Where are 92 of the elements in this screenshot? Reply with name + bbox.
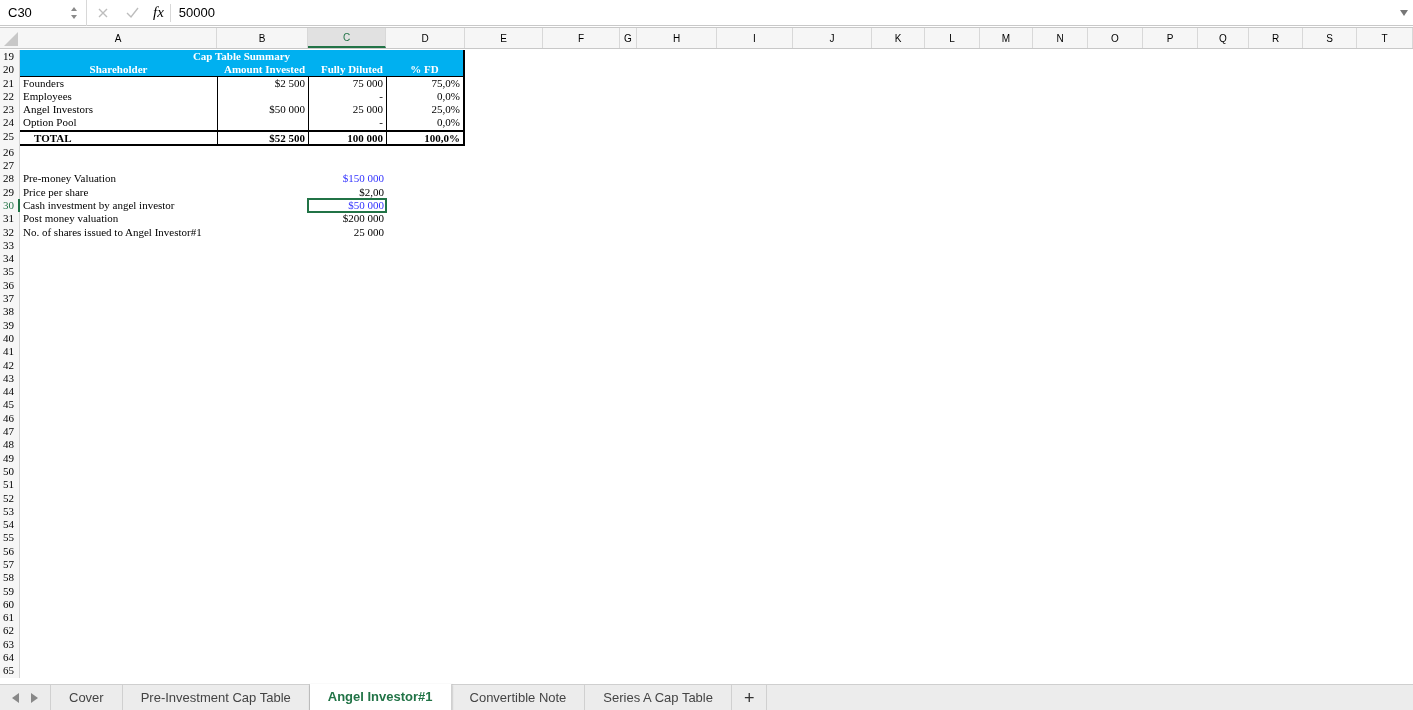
table-title: Cap Table Summary — [20, 50, 465, 64]
table-cell: $2 500 — [217, 76, 308, 90]
add-sheet-button[interactable]: + — [731, 685, 768, 710]
value-cell[interactable]: $2,00 — [308, 185, 386, 199]
value-cell[interactable]: $200 000 — [308, 212, 386, 226]
caret-icon[interactable] — [1400, 9, 1408, 16]
column-heading: % FD — [386, 63, 465, 78]
cancel-icon[interactable] — [97, 6, 109, 19]
row-number[interactable]: 37 — [0, 292, 20, 306]
column-header[interactable]: N — [1033, 28, 1088, 48]
column-header[interactable]: M — [980, 28, 1033, 48]
table-cell-text: Angel Investors — [22, 103, 94, 117]
row-label: Post money valuation — [22, 212, 120, 226]
sheet-tab[interactable]: Cover — [51, 685, 123, 710]
table-cell-text: Option Pool — [22, 116, 78, 130]
row-number[interactable]: 61 — [0, 611, 20, 625]
name-box[interactable]: C30 — [0, 2, 60, 23]
column-header[interactable]: B — [217, 28, 308, 48]
column-header[interactable]: R — [1249, 28, 1303, 48]
column-heading: Amount Invested — [217, 63, 308, 78]
row-number[interactable]: 24 — [0, 116, 20, 130]
select-all-corner-icon[interactable] — [0, 28, 20, 48]
column-header[interactable]: L — [925, 28, 980, 48]
column-header[interactable]: S — [1303, 28, 1357, 48]
row-number[interactable]: 38 — [0, 305, 20, 319]
row-label: Cash investment by angel investor — [22, 198, 176, 213]
column-header[interactable]: T — [1357, 28, 1413, 48]
row-number[interactable]: 28 — [0, 172, 20, 186]
row-number[interactable]: 27 — [0, 159, 20, 173]
table-cell: 75 000 — [308, 76, 386, 90]
column-header[interactable]: E — [465, 28, 543, 48]
column-header[interactable]: D — [386, 28, 465, 48]
column-header[interactable]: Q — [1198, 28, 1249, 48]
column-heading: Fully Diluted — [308, 63, 386, 78]
row-label: Pre-money Valuation — [22, 172, 117, 186]
sheet-tab[interactable]: Convertible Note — [451, 685, 586, 710]
table-cell: - — [308, 89, 386, 104]
table-cell: 0,0% — [386, 116, 465, 130]
row-number[interactable]: 23 — [0, 103, 20, 117]
column-header[interactable]: I — [717, 28, 793, 48]
row-number[interactable]: 62 — [0, 624, 20, 638]
row-number[interactable]: 51 — [0, 478, 20, 492]
row-number[interactable]: 31 — [0, 212, 20, 226]
table-cell-text: Founders — [22, 76, 65, 90]
formula-value[interactable]: 50000 — [178, 2, 1400, 23]
value-cell[interactable]: 25 000 — [308, 225, 386, 239]
table-cell-text: Employees — [22, 89, 73, 104]
row-number[interactable]: 20 — [0, 63, 20, 78]
column-header[interactable]: K — [872, 28, 925, 48]
row-label: No. of shares issued to Angel Investor#1 — [22, 225, 203, 239]
check-icon[interactable] — [126, 6, 139, 19]
row-number[interactable]: 48 — [0, 438, 20, 452]
table-cell: 25,0% — [386, 103, 465, 117]
column-header[interactable]: A — [20, 28, 217, 48]
function-label[interactable]: fx — [153, 1, 164, 24]
column-header[interactable]: F — [543, 28, 620, 48]
sheet-tab[interactable]: Series A Cap Table — [585, 685, 732, 710]
row-number[interactable]: 35 — [0, 265, 20, 279]
value-cell[interactable]: $50 000 — [308, 198, 386, 213]
row-number[interactable]: 54 — [0, 518, 20, 532]
row-number[interactable]: 45 — [0, 398, 20, 412]
column-header[interactable]: O — [1088, 28, 1143, 48]
row-number[interactable]: 47 — [0, 425, 20, 439]
table-cell: 25 000 — [308, 103, 386, 117]
table-cell: 0,0% — [386, 89, 465, 104]
column-header[interactable]: H — [637, 28, 717, 48]
row-number[interactable]: 58 — [0, 571, 20, 585]
row-number[interactable]: 34 — [0, 252, 20, 266]
row-number[interactable]: 19 — [0, 50, 20, 64]
row-number[interactable]: 65 — [0, 664, 20, 678]
table-cell: $50 000 — [217, 103, 308, 117]
row-number[interactable]: 41 — [0, 345, 20, 359]
row-number[interactable]: 44 — [0, 385, 20, 399]
row-label: Price per share — [22, 185, 90, 199]
table-cell: $52 500 — [217, 129, 308, 146]
column-header[interactable]: P — [1143, 28, 1198, 48]
sheet-tab[interactable]: Angel Investor#1 — [309, 684, 452, 710]
previous-sheet-icon[interactable] — [12, 692, 19, 703]
row-number[interactable]: 55 — [0, 531, 20, 545]
table-cell: 100,0% — [386, 129, 465, 146]
column-header[interactable]: C — [308, 28, 386, 48]
column-header[interactable]: G — [620, 28, 637, 48]
sheet-tab[interactable]: Pre-Investment Cap Table — [122, 685, 310, 710]
column-header[interactable]: J — [793, 28, 872, 48]
table-cell: 100 000 — [308, 129, 386, 146]
next-sheet-icon[interactable] — [31, 692, 38, 703]
row-number[interactable]: 64 — [0, 651, 20, 665]
column-heading: Shareholder — [20, 63, 217, 78]
table-cell: - — [308, 116, 386, 130]
table-cell: 75,0% — [386, 76, 465, 90]
table-cell: TOTAL — [20, 129, 217, 146]
value-cell[interactable]: $150 000 — [308, 172, 386, 186]
